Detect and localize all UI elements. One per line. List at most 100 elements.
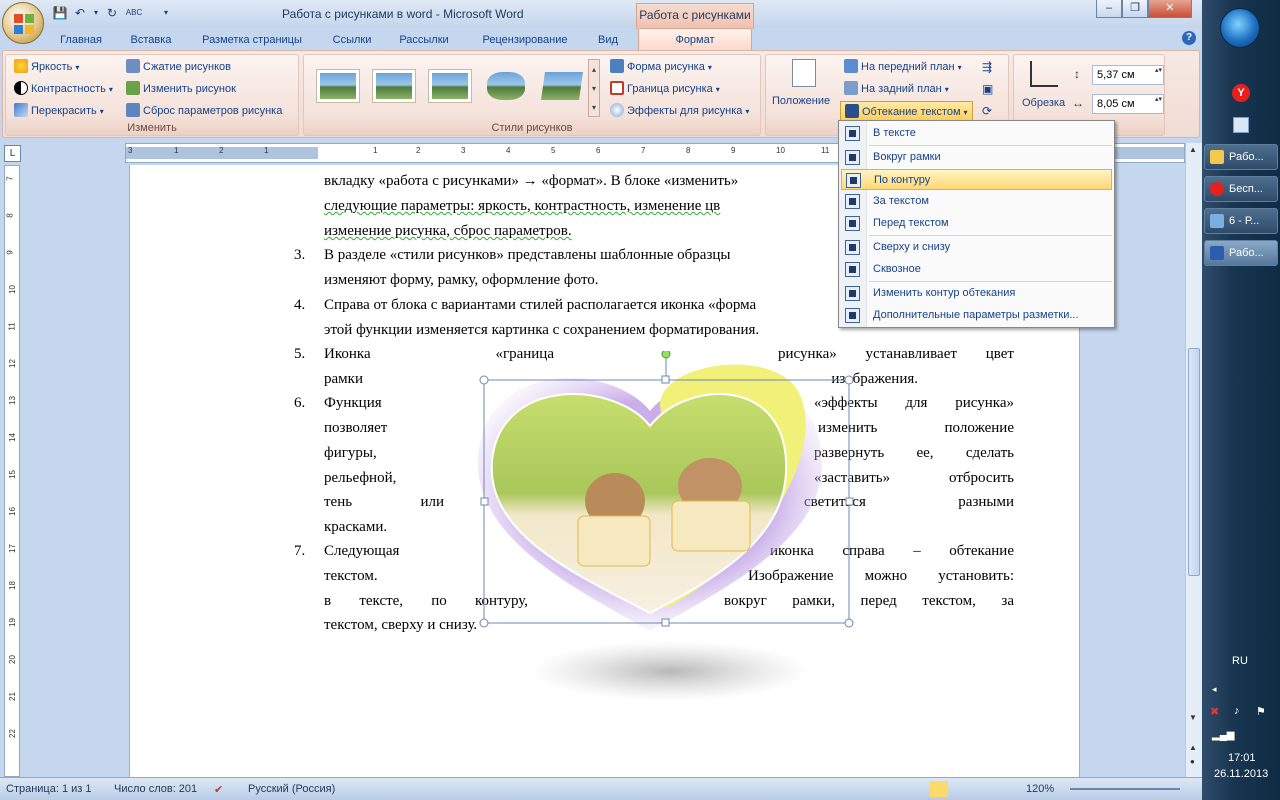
text-wrapping-button[interactable]: Обтекание текстом	[840, 101, 973, 121]
word: ее,	[916, 445, 934, 461]
save-icon[interactable]: 💾	[52, 5, 68, 21]
brightness-button[interactable]: Яркость	[14, 57, 79, 77]
taskbar-item-word[interactable]: Рабо...	[1204, 240, 1278, 266]
maximize-button[interactable]: ❐	[1122, 0, 1148, 18]
tab-view[interactable]: Вид	[590, 32, 626, 50]
wrap-inline[interactable]: В тексте	[841, 123, 1112, 144]
vertical-ruler[interactable]: 7 8 9 10 11 12 13 14 15 16 17 18 19 20 2…	[4, 165, 20, 777]
position-button[interactable]: Положение	[772, 91, 830, 111]
edit-wrap-points[interactable]: Изменить контур обтекания	[841, 283, 1112, 304]
rotate-handle[interactable]	[661, 351, 671, 359]
spelling-icon[interactable]: ABC	[124, 5, 144, 21]
tab-mailings[interactable]: Рассылки	[392, 32, 456, 50]
style-thumb-1[interactable]	[316, 69, 360, 103]
help-icon[interactable]: ?	[1182, 31, 1196, 45]
styles-scroll-icon[interactable]: ▴ ▾ ▾	[588, 59, 600, 117]
wrap-behind-text[interactable]: За текстом	[841, 191, 1112, 212]
effects-icon	[610, 103, 624, 117]
wrap-top-bottom[interactable]: Сверху и снизу	[841, 237, 1112, 258]
heart-picture[interactable]	[460, 351, 860, 711]
ruler-tick: 13	[7, 396, 17, 405]
word: позволяет	[324, 420, 388, 436]
zoom-slider[interactable]	[1070, 788, 1180, 790]
ruler-tick: 19	[7, 618, 17, 627]
tab-references[interactable]: Ссылки	[324, 32, 380, 50]
align-icon[interactable]: ⇶	[982, 57, 992, 77]
crop-button[interactable]: Обрезка	[1022, 93, 1065, 113]
scroll-up-icon[interactable]: ▲	[1189, 145, 1197, 154]
page-count[interactable]: Страница: 1 из 1	[6, 783, 92, 795]
proofing-icon[interactable]: ✔	[214, 783, 223, 796]
resize-handle[interactable]	[479, 618, 489, 628]
prev-page-icon[interactable]: ▲	[1189, 743, 1197, 752]
style-thumb-4[interactable]	[484, 69, 528, 103]
tray-expand-icon[interactable]: ◂	[1212, 684, 1217, 695]
volume-icon[interactable]: ♪	[1234, 705, 1240, 717]
scroll-down-icon[interactable]: ▼	[1189, 713, 1197, 722]
picture-border-button[interactable]: Граница рисунка	[610, 79, 720, 99]
minimize-button[interactable]: –	[1096, 0, 1122, 18]
language-indicator[interactable]: RU	[1232, 655, 1248, 667]
change-picture-button[interactable]: Изменить рисунок	[126, 79, 236, 99]
undo-dropdown-icon[interactable]: ▾	[88, 5, 104, 21]
wrap-through[interactable]: Сквозное	[841, 259, 1112, 280]
style-thumb-5[interactable]	[540, 69, 584, 103]
word: обтекание	[949, 543, 1014, 559]
tab-format[interactable]: Формат	[638, 28, 752, 51]
contrast-button[interactable]: Контрастность	[14, 79, 113, 99]
taskbar-item-folder[interactable]: Рабо...	[1204, 144, 1278, 170]
scroll-thumb[interactable]	[1188, 348, 1200, 576]
signal-icon[interactable]: ▂▄▆	[1212, 730, 1234, 741]
wrap-in-front[interactable]: Перед текстом	[841, 213, 1112, 234]
customize-qat-icon[interactable]: ▾	[158, 5, 174, 21]
style-thumb-2[interactable]	[372, 69, 416, 103]
clock-time[interactable]: 17:01	[1228, 752, 1256, 764]
network-icon[interactable]: ✖	[1210, 705, 1219, 718]
tab-selector[interactable]: L	[4, 145, 21, 162]
resize-handle[interactable]	[661, 618, 670, 627]
undo-icon[interactable]: ↶	[72, 5, 88, 21]
browse-object-icon[interactable]: ●	[1190, 757, 1195, 766]
rotate-icon[interactable]: ⟳	[982, 101, 992, 121]
resize-handle[interactable]	[844, 618, 854, 628]
clock-date[interactable]: 26.11.2013	[1214, 768, 1268, 780]
redo-icon[interactable]: ↻	[104, 5, 120, 21]
flag-icon[interactable]: ⚑	[1256, 705, 1266, 718]
resize-handle[interactable]	[844, 375, 854, 385]
picture-effects-button[interactable]: Эффекты для рисунка	[610, 101, 749, 121]
tab-home[interactable]: Главная	[52, 32, 110, 50]
start-button[interactable]	[1220, 8, 1260, 48]
yandex-icon[interactable]: Y	[1232, 84, 1250, 102]
group-icon[interactable]: ▣	[982, 79, 993, 99]
more-layout-options[interactable]: Дополнительные параметры разметки...	[841, 305, 1112, 326]
office-button[interactable]	[2, 2, 44, 44]
close-button[interactable]: ✕	[1148, 0, 1192, 18]
resize-handle[interactable]	[845, 497, 854, 506]
picture-shape-button[interactable]: Форма рисунка	[610, 57, 712, 77]
tab-review[interactable]: Рецензирование	[470, 32, 580, 50]
wrap-square[interactable]: Вокруг рамки	[841, 147, 1112, 168]
resize-handle[interactable]	[479, 375, 489, 385]
taskbar-item-browser[interactable]: Бесп...	[1204, 176, 1278, 202]
height-field[interactable]: 5,37 см	[1092, 65, 1164, 85]
tab-insert[interactable]: Вставка	[122, 32, 180, 50]
send-back-button[interactable]: На задний план	[844, 79, 949, 99]
resize-handle[interactable]	[480, 497, 489, 506]
taskbar-item-paint[interactable]: 6 - Р...	[1204, 208, 1278, 234]
wrap-tight[interactable]: По контуру	[841, 169, 1112, 190]
recolor-button[interactable]: Перекрасить	[14, 101, 104, 121]
contrast-icon	[14, 81, 28, 95]
vertical-scrollbar[interactable]: ▲ ▼ ▲ ●	[1185, 143, 1202, 777]
zoom-level[interactable]: 120%	[1026, 783, 1054, 795]
tab-page-layout[interactable]: Разметка страницы	[192, 32, 312, 50]
bring-front-button[interactable]: На передний план	[844, 57, 962, 77]
language[interactable]: Русский (Россия)	[248, 783, 335, 795]
style-thumb-3[interactable]	[428, 69, 472, 103]
width-field[interactable]: 8,05 см	[1092, 94, 1164, 114]
compress-button[interactable]: Сжатие рисунков	[126, 57, 231, 77]
resize-handle[interactable]	[661, 375, 670, 384]
word-count[interactable]: Число слов: 201	[114, 783, 197, 795]
quicklaunch-icon[interactable]	[1233, 117, 1249, 133]
reset-picture-button[interactable]: Сброс параметров рисунка	[126, 101, 282, 121]
view-buttons[interactable]	[930, 781, 1020, 797]
